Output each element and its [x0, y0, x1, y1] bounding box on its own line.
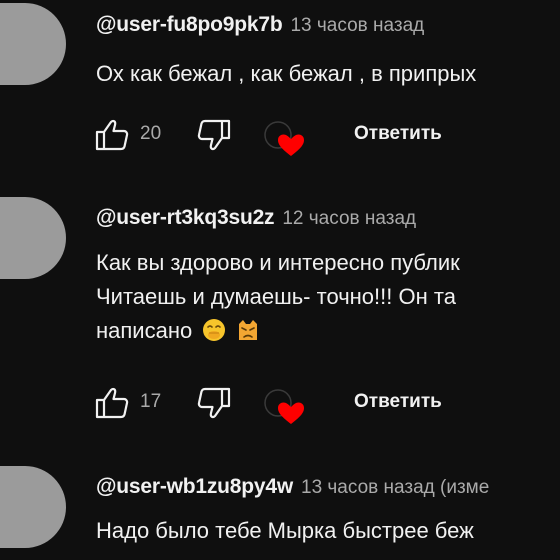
like-button[interactable] — [92, 115, 132, 155]
creator-heart[interactable] — [260, 115, 310, 156]
creator-heart-icon — [264, 389, 304, 424]
like-count: 20 — [140, 123, 162, 144]
comment-actions: 20 Ответить — [92, 115, 512, 156]
comment-text-line: Ох как бежал , как бежал , в припрых — [96, 61, 477, 86]
comment-text-line: Читаешь и думаешь- точно!!! Он та — [96, 284, 456, 309]
comment-text-fragment: написано — [96, 318, 193, 343]
comment-actions: 17 Ответить — [92, 383, 512, 424]
comment-timestamp[interactable]: 13 часов назад (изме — [301, 477, 489, 499]
comment-text-line-with-emoji: написано — [96, 314, 460, 348]
comment-author[interactable]: @user-rt3kq3su2z — [96, 206, 275, 230]
dislike-icon — [197, 387, 231, 419]
comment-text: Ох как бежал , как бежал , в припрых — [96, 57, 476, 91]
like-button[interactable] — [92, 383, 132, 423]
face-with-hand-over-mouth-emoji — [203, 319, 226, 341]
creator-heart[interactable] — [260, 383, 310, 424]
dislike-button[interactable] — [194, 383, 234, 423]
comment-header: @user-wb1zu8py4w 13 часов назад (изме — [96, 475, 489, 499]
avatar[interactable] — [0, 466, 66, 548]
comment-timestamp[interactable]: 13 часов назад — [290, 15, 424, 37]
comment-header: @user-rt3kq3su2z 12 часов назад — [96, 206, 416, 230]
avatar[interactable] — [0, 3, 66, 85]
dislike-icon — [197, 119, 231, 151]
comment-text-line: Надо было тебе Мырка быстрее беж — [96, 518, 474, 543]
like-count: 17 — [140, 391, 162, 412]
reply-button[interactable]: Ответить — [354, 123, 442, 145]
comment-text: Надо было тебе Мырка быстрее беж — [96, 514, 474, 548]
comment-timestamp[interactable]: 12 часов назад — [282, 208, 416, 230]
like-icon — [95, 387, 129, 419]
comment-author[interactable]: @user-fu8po9pk7b — [96, 13, 283, 37]
comment-text-line: Как вы здорово и интересно публик — [96, 250, 460, 275]
comment-header: @user-fu8po9pk7b 13 часов назад — [96, 13, 424, 37]
comment-author[interactable]: @user-wb1zu8py4w — [96, 475, 293, 499]
reply-button[interactable]: Ответить — [354, 391, 442, 413]
pouting-cat-emoji — [239, 320, 258, 340]
avatar[interactable] — [0, 197, 66, 279]
creator-heart-icon — [264, 121, 304, 156]
comment-text: Как вы здорово и интересно публик Читаеш… — [96, 246, 460, 348]
dislike-button[interactable] — [194, 115, 234, 155]
like-icon — [95, 119, 129, 151]
